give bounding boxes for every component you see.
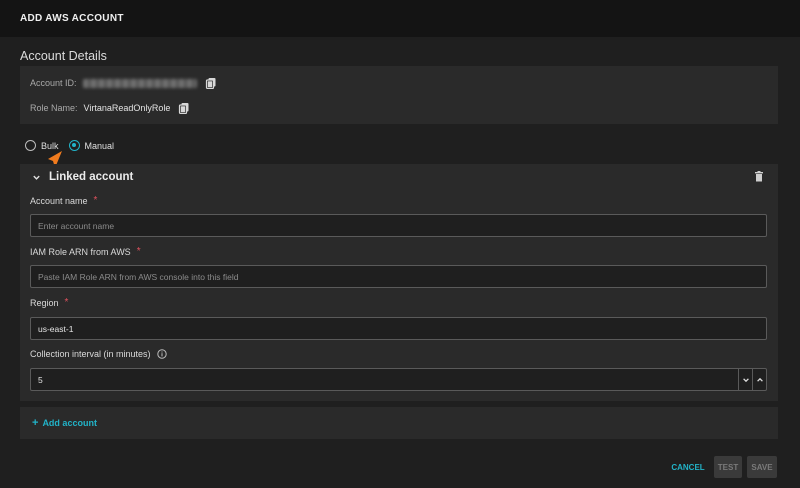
trash-icon[interactable] — [754, 171, 764, 182]
copy-icon[interactable] — [205, 77, 217, 89]
chevron-down-icon[interactable] — [32, 173, 41, 182]
cancel-button[interactable]: CANCEL — [666, 456, 710, 478]
account-id-row: Account ID: — [30, 77, 217, 89]
role-name-label: Role Name: — [30, 103, 78, 113]
chevron-up-icon — [756, 377, 763, 382]
account-name-label: Account name * — [30, 195, 97, 206]
copy-icon[interactable] — [178, 102, 190, 114]
radio-circle[interactable] — [25, 140, 36, 151]
region-label: Region * — [30, 297, 68, 308]
collection-interval-value: 5 — [38, 374, 43, 385]
linked-account-panel: Linked account Account name * Enter acco… — [20, 164, 778, 401]
region-input[interactable]: us-east-1 — [30, 317, 767, 340]
collection-interval-label-text: Collection interval (in minutes) — [30, 349, 151, 359]
radio-circle[interactable] — [68, 140, 80, 151]
info-icon[interactable] — [156, 349, 167, 359]
region-value: us-east-1 — [38, 323, 74, 334]
linked-account-header[interactable]: Linked account — [32, 171, 133, 183]
account-name-input[interactable]: Enter account name — [30, 214, 767, 237]
required-marker: * — [93, 195, 98, 206]
chevron-down-icon — [742, 377, 749, 382]
increment-button[interactable] — [752, 369, 766, 390]
add-account-label: Add account — [42, 418, 97, 428]
decrement-button[interactable] — [738, 369, 752, 390]
account-details-card: Account ID: Role Name: VirtanaReadOnlyRo… — [20, 66, 778, 124]
add-account-button[interactable]: + Add account — [20, 407, 778, 439]
region-label-text: Region — [30, 297, 59, 308]
iam-role-arn-label: IAM Role ARN from AWS * — [30, 246, 141, 257]
radio-manual-label: Manual — [84, 140, 115, 151]
role-name-row: Role Name: VirtanaReadOnlyRole — [30, 102, 190, 114]
mode-radio-group: Bulk Manual — [25, 140, 124, 151]
plus-icon: + — [32, 417, 39, 429]
collection-interval-label: Collection interval (in minutes) — [30, 349, 167, 359]
dialog-header: ADD AWS ACCOUNT — [0, 0, 800, 37]
radio-bulk-label: Bulk — [41, 140, 59, 151]
account-id-label: Account ID: — [30, 78, 77, 88]
iam-role-arn-label-text: IAM Role ARN from AWS — [30, 246, 131, 257]
radio-manual[interactable]: Manual — [68, 140, 115, 151]
save-button[interactable]: SAVE — [747, 456, 777, 478]
iam-role-arn-input[interactable]: Paste IAM Role ARN from AWS console into… — [30, 265, 767, 288]
required-marker: * — [136, 246, 141, 257]
account-name-label-text: Account name — [30, 195, 88, 206]
dialog-title: ADD AWS ACCOUNT — [20, 13, 124, 24]
account-details-title: Account Details — [20, 49, 107, 63]
linked-account-title: Linked account — [49, 171, 134, 183]
stepper-controls — [738, 369, 766, 390]
test-button[interactable]: TEST — [714, 456, 742, 478]
required-marker: * — [64, 297, 69, 308]
account-id-value-redacted — [82, 78, 197, 88]
collection-interval-stepper[interactable]: 5 — [30, 368, 767, 391]
role-name-value: VirtanaReadOnlyRole — [83, 103, 171, 113]
iam-role-arn-placeholder: Paste IAM Role ARN from AWS console into… — [38, 271, 239, 282]
account-name-placeholder: Enter account name — [38, 220, 115, 231]
